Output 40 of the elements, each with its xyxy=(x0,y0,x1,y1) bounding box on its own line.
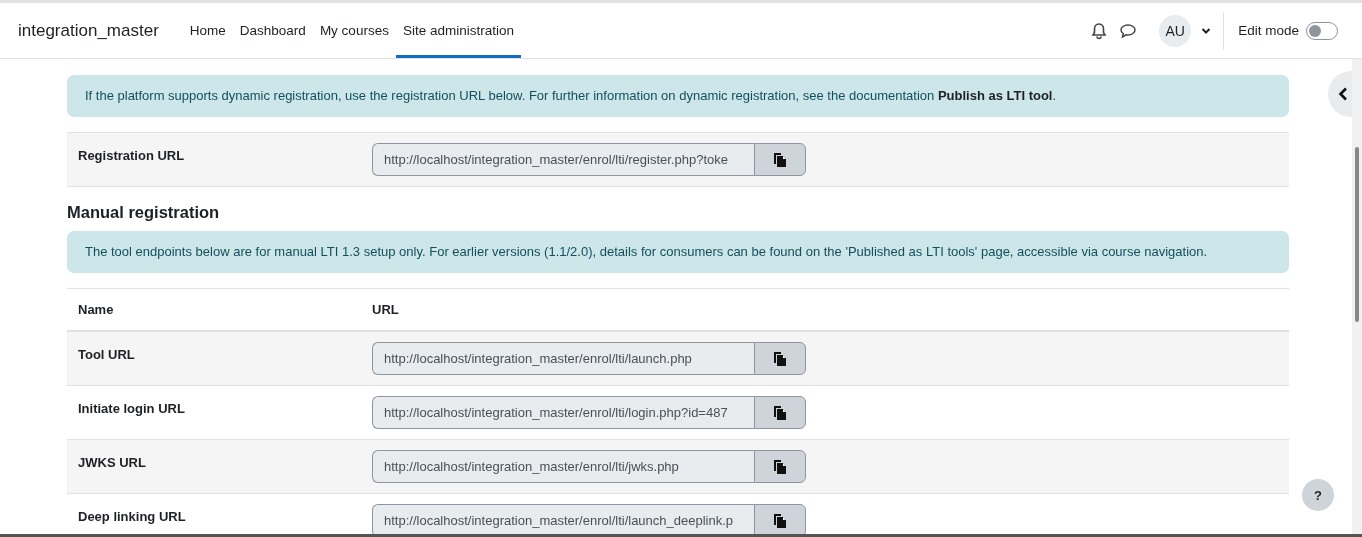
copy-button[interactable] xyxy=(754,396,806,429)
nav-link[interactable]: Home xyxy=(182,3,233,58)
chat-icon[interactable] xyxy=(1119,22,1138,39)
nav-link[interactable]: My courses xyxy=(312,3,396,58)
copy-button[interactable] xyxy=(754,450,806,483)
scrollbar[interactable] xyxy=(1352,59,1362,534)
table-cell-text: Deep linking URL xyxy=(78,508,187,524)
chevron-left-icon xyxy=(1338,87,1348,101)
copy-button[interactable] xyxy=(754,342,806,375)
caret-icon[interactable] xyxy=(1201,26,1212,35)
drawer-toggle-button[interactable] xyxy=(1328,71,1352,117)
copy-button[interactable] xyxy=(754,143,806,176)
table-cell-text: Registration URL xyxy=(78,147,186,163)
info-notice: The tool endpoints below are for manual LTI 1.3 setup only. For earlier versions (1.1/2.0), details for consumers can be found on the 'Published as LTI tools' page, accessible via course navigation. xyxy=(67,231,1289,273)
column-header: URL xyxy=(372,302,399,317)
copy-icon xyxy=(773,405,787,420)
bell-icon[interactable] xyxy=(1091,21,1108,40)
copy-icon xyxy=(773,459,787,474)
nav-link[interactable]: Dashboard xyxy=(232,3,313,58)
url-field[interactable]: http://localhost/integration_master/enrol/lti/launch_deeplink.p xyxy=(372,504,754,534)
user-avatar[interactable]: AU xyxy=(1159,14,1192,47)
nav-link[interactable]: Site administration xyxy=(395,3,521,58)
edit-mode-label: Edit mode xyxy=(1238,23,1299,38)
url-field[interactable]: http://localhost/integration_master/enrol/lti/login.php?id=487 xyxy=(372,396,754,429)
info-notice: If the platform supports dynamic registration, use the registration URL below. For further information on dynamic registration, see the documentation Publish as LTI tool. xyxy=(67,75,1289,117)
table-cell-text: JWKS URL xyxy=(78,454,147,470)
help-button[interactable]: ? xyxy=(1302,479,1334,511)
section-heading: Manual registration xyxy=(67,203,221,222)
table-cell-text: Initiate login URL xyxy=(78,400,186,416)
copy-button[interactable] xyxy=(754,504,806,534)
site-name[interactable]: integration_master xyxy=(18,20,159,41)
column-header: Name xyxy=(78,302,115,317)
copy-icon xyxy=(773,513,787,528)
url-field[interactable]: http://localhost/integration_master/enrol/lti/register.php?toke xyxy=(372,143,754,176)
copy-icon xyxy=(773,152,787,167)
url-field[interactable]: http://localhost/integration_master/enrol/lti/launch.php xyxy=(372,342,754,375)
url-field[interactable]: http://localhost/integration_master/enrol/lti/jwks.php xyxy=(372,450,754,483)
table-cell-text: Tool URL xyxy=(78,346,136,362)
copy-icon xyxy=(773,351,787,366)
edit-mode-toggle[interactable] xyxy=(1306,21,1338,40)
